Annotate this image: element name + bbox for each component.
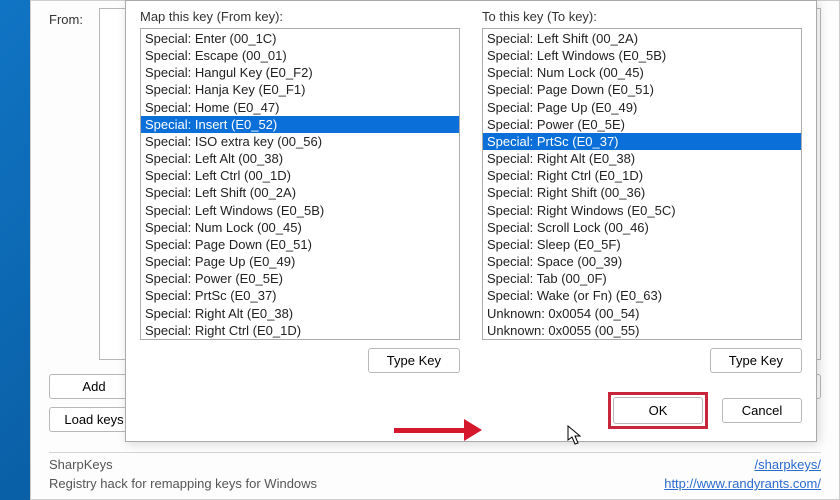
list-item[interactable]: Unknown: 0x0059 (00_59) <box>483 339 801 340</box>
list-item[interactable]: Special: Space (00_39) <box>483 253 801 270</box>
list-item[interactable]: Special: PrtSc (E0_37) <box>483 133 801 150</box>
list-item[interactable]: Special: Hanja Key (E0_F1) <box>141 81 459 98</box>
list-item[interactable]: Special: ISO extra key (00_56) <box>141 133 459 150</box>
list-item[interactable]: Special: Wake (or Fn) (E0_63) <box>483 287 801 304</box>
list-item[interactable]: Special: Insert (E0_52) <box>141 116 459 133</box>
list-item[interactable]: Special: Scroll Lock (00_46) <box>483 219 801 236</box>
cancel-button[interactable]: Cancel <box>722 398 802 423</box>
ok-button-highlight: OK <box>608 392 708 429</box>
list-item[interactable]: Special: Right Ctrl (E0_1D) <box>141 322 459 339</box>
add-mapping-dialog: Map this key (From key): Special: Enter … <box>125 0 817 442</box>
list-item[interactable]: Special: Escape (00_01) <box>141 47 459 64</box>
list-item[interactable]: Special: Left Windows (E0_5B) <box>483 47 801 64</box>
list-item[interactable]: Special: Num Lock (00_45) <box>483 64 801 81</box>
list-item[interactable]: Special: Right Alt (E0_38) <box>141 305 459 322</box>
list-item[interactable]: Special: Page Down (E0_51) <box>483 81 801 98</box>
list-item[interactable]: Special: Right Alt (E0_38) <box>483 150 801 167</box>
status-bar: SharpKeys /sharpkeys/ Registry hack for … <box>49 452 821 497</box>
list-item[interactable]: Special: Left Shift (00_2A) <box>141 184 459 201</box>
from-key-listbox[interactable]: Special: Enter (00_1C)Special: Escape (0… <box>140 28 460 340</box>
list-item[interactable]: Special: Left Ctrl (00_1D) <box>141 167 459 184</box>
from-column: Map this key (From key): Special: Enter … <box>140 9 460 373</box>
to-key-listbox[interactable]: Special: Left Shift (00_2A)Special: Left… <box>482 28 802 340</box>
list-item[interactable]: Special: Num Lock (00_45) <box>141 219 459 236</box>
app-name: SharpKeys <box>49 457 113 472</box>
to-column: To this key (To key): Special: Left Shif… <box>482 9 802 373</box>
type-key-from-button[interactable]: Type Key <box>368 348 460 373</box>
list-item[interactable]: Special: Sleep (E0_5F) <box>483 236 801 253</box>
list-item[interactable]: Special: Left Alt (00_38) <box>141 150 459 167</box>
list-item[interactable]: Special: Power (E0_5E) <box>141 270 459 287</box>
list-item[interactable]: Special: Right Shift (00_36) <box>141 339 459 340</box>
list-item[interactable]: Special: Right Shift (00_36) <box>483 184 801 201</box>
list-item[interactable]: Special: Page Up (E0_49) <box>483 99 801 116</box>
ok-button[interactable]: OK <box>613 397 703 424</box>
list-item[interactable]: Special: Right Windows (E0_5C) <box>483 202 801 219</box>
app-description: Registry hack for remapping keys for Win… <box>49 476 317 491</box>
list-item[interactable]: Special: Page Down (E0_51) <box>141 236 459 253</box>
list-item[interactable]: Special: Home (E0_47) <box>141 99 459 116</box>
type-key-to-button[interactable]: Type Key <box>710 348 802 373</box>
list-item[interactable]: Special: Left Shift (00_2A) <box>483 30 801 47</box>
list-item[interactable]: Special: Tab (00_0F) <box>483 270 801 287</box>
list-item[interactable]: Special: Right Ctrl (E0_1D) <box>483 167 801 184</box>
desktop-background <box>0 0 30 500</box>
list-item[interactable]: Unknown: 0x0054 (00_54) <box>483 305 801 322</box>
from-column-label: From: <box>49 12 83 27</box>
list-item[interactable]: Special: PrtSc (E0_37) <box>141 287 459 304</box>
from-key-label: Map this key (From key): <box>140 9 460 24</box>
sharpkeys-link[interactable]: /sharpkeys/ <box>755 457 821 472</box>
list-item[interactable]: Special: Left Windows (E0_5B) <box>141 202 459 219</box>
list-item[interactable]: Special: Hangul Key (E0_F2) <box>141 64 459 81</box>
list-item[interactable]: Special: Power (E0_5E) <box>483 116 801 133</box>
list-item[interactable]: Unknown: 0x0055 (00_55) <box>483 322 801 339</box>
list-item[interactable]: Special: Enter (00_1C) <box>141 30 459 47</box>
list-item[interactable]: Special: Page Up (E0_49) <box>141 253 459 270</box>
to-key-label: To this key (To key): <box>482 9 802 24</box>
randyrants-link[interactable]: http://www.randyrants.com/ <box>664 476 821 491</box>
